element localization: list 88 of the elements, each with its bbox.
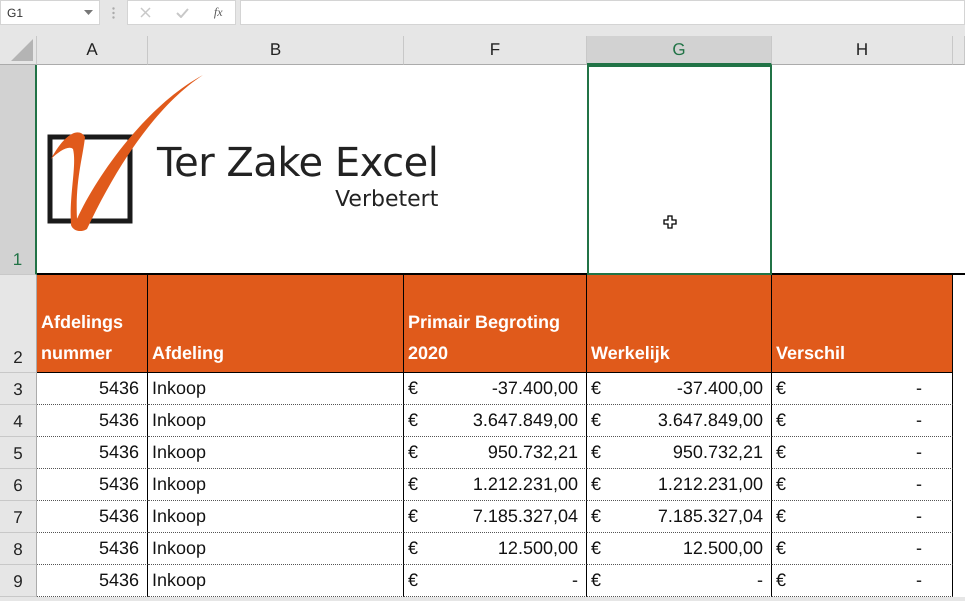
currency-symbol: €: [408, 410, 418, 431]
currency-symbol: €: [776, 538, 786, 559]
table-cell: Inkoop: [152, 378, 206, 399]
currency-symbol: €: [776, 442, 786, 463]
currency-symbol: €: [408, 506, 418, 527]
amount: -: [916, 474, 923, 495]
column-title: Primair Begroting 2020: [408, 311, 562, 365]
currency-symbol: €: [776, 570, 786, 591]
amount: -: [757, 570, 763, 591]
currency-symbol: €: [591, 378, 602, 399]
currency-symbol: €: [408, 378, 418, 399]
amount: 12.500,00: [682, 538, 763, 559]
row-header[interactable]: 9: [0, 565, 37, 597]
row-header[interactable]: 3: [0, 373, 37, 405]
column-title: Afdeling: [152, 342, 224, 365]
dropdown-icon[interactable]: [84, 10, 93, 15]
row-header[interactable]: 2: [0, 275, 37, 373]
amount: -: [916, 538, 923, 559]
column-header[interactable]: H: [772, 36, 953, 65]
table-cell: Inkoop: [152, 570, 206, 591]
amount: 3.647.849,00: [658, 410, 763, 431]
column-header[interactable]: B: [148, 36, 404, 65]
column-title: Afdelings nummer: [41, 311, 124, 365]
amount: 7.185.327,04: [472, 506, 578, 527]
table-cell: Inkoop: [152, 538, 206, 559]
currency-symbol: €: [591, 474, 602, 495]
amount: -37.400,00: [676, 378, 763, 399]
active-cell[interactable]: [587, 65, 772, 275]
column-header[interactable]: G: [587, 36, 772, 65]
amount: -37.400,00: [492, 378, 578, 399]
amount: 950.732,21: [488, 442, 578, 463]
table-cell: 5436: [98, 506, 139, 527]
currency-symbol: €: [408, 474, 418, 495]
amount: 1.212.231,00: [472, 474, 578, 495]
currency-symbol: €: [591, 538, 602, 559]
currency-symbol: €: [591, 570, 602, 591]
logo-title: Ter Zake Excel: [157, 139, 438, 187]
cancel-icon[interactable]: [140, 7, 152, 18]
insert-function-button[interactable]: fx: [214, 5, 223, 20]
row-header[interactable]: 5: [0, 437, 37, 469]
currency-symbol: €: [776, 378, 786, 399]
amount: 3.647.849,00: [472, 410, 578, 431]
table-cell: Inkoop: [152, 506, 206, 527]
currency-symbol: €: [591, 506, 602, 527]
checkmark-icon[interactable]: [176, 8, 190, 18]
cursor-icon: [663, 215, 677, 229]
row-header[interactable]: 7: [0, 501, 37, 533]
grip-icon: [112, 7, 115, 19]
amount: 950.732,21: [672, 442, 763, 463]
currency-symbol: €: [591, 442, 602, 463]
formula-input[interactable]: [240, 0, 965, 25]
column-title: Verschil: [776, 342, 846, 365]
table-cell: 5436: [98, 410, 139, 431]
amount: -: [572, 570, 578, 591]
table-cell: Inkoop: [152, 442, 206, 463]
currency-symbol: €: [408, 538, 418, 559]
amount: -: [916, 410, 923, 431]
row-header[interactable]: 1: [0, 65, 37, 275]
amount: 7.185.327,04: [658, 506, 763, 527]
currency-symbol: €: [776, 474, 786, 495]
table-cell: 5436: [98, 538, 139, 559]
column-header[interactable]: [953, 36, 965, 65]
amount: -: [916, 506, 923, 527]
row-header[interactable]: 6: [0, 469, 37, 501]
logo-subtitle: Verbetert: [335, 187, 438, 213]
amount: -: [916, 442, 923, 463]
amount: 1.212.231,00: [658, 474, 763, 495]
currency-symbol: €: [408, 442, 418, 463]
currency-symbol: €: [591, 410, 602, 431]
table-cell: Inkoop: [152, 474, 206, 495]
column-header[interactable]: A: [37, 36, 148, 65]
column-title: Werkelijk: [591, 342, 670, 365]
table-cell: 5436: [98, 570, 139, 591]
name-box[interactable]: G1: [0, 0, 100, 25]
select-all-icon[interactable]: [11, 39, 33, 61]
row-header[interactable]: 8: [0, 533, 37, 565]
table-cell: 5436: [98, 378, 139, 399]
amount: -: [916, 570, 923, 591]
currency-symbol: €: [408, 570, 418, 591]
amount: 12.500,00: [498, 538, 578, 559]
row-header[interactable]: 4: [0, 405, 37, 437]
column-header[interactable]: F: [404, 36, 587, 65]
table-cell: 5436: [98, 442, 139, 463]
currency-symbol: €: [776, 410, 786, 431]
table-cell: Inkoop: [152, 410, 206, 431]
currency-symbol: €: [776, 506, 786, 527]
table-cell: 5436: [98, 474, 139, 495]
amount: -: [916, 378, 923, 399]
